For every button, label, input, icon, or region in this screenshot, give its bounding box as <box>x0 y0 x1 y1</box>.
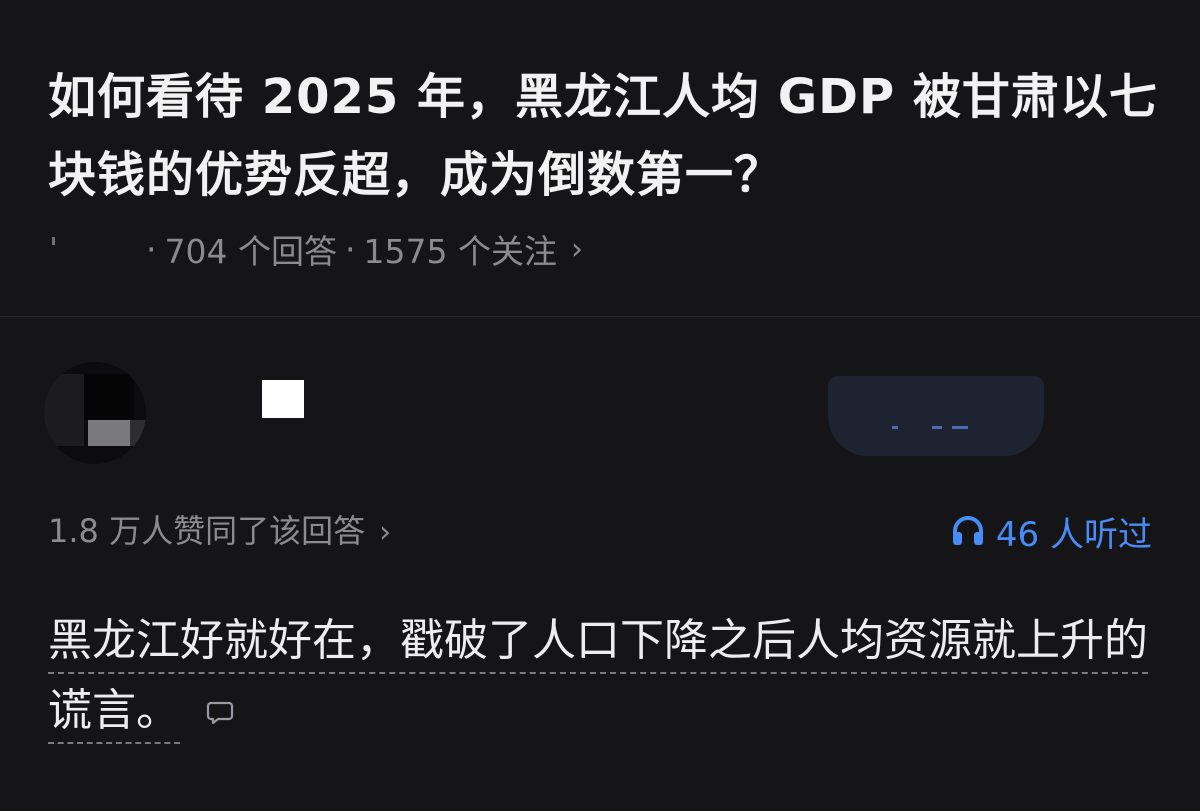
meta-separator: · <box>344 229 356 269</box>
vote-summary[interactable]: 1.8 万人赞同了该回答 › <box>48 508 391 556</box>
redacted-mark <box>892 426 898 429</box>
answer-count: 704 个回答 <box>164 232 337 271</box>
avatar-pixel-block <box>130 420 146 446</box>
vote-count-text: 1.8 万人赞同了该回答 <box>48 512 366 550</box>
question-title[interactable]: 如何看待 2025 年，黑龙江人均 GDP 被甘肃以七块钱的优势反超，成为倒数第… <box>48 58 1158 214</box>
redacted-author-name[interactable] <box>262 380 304 418</box>
redacted-topic <box>48 231 134 267</box>
author-avatar[interactable] <box>44 362 146 464</box>
section-divider <box>0 316 1200 317</box>
headphone-icon <box>952 516 983 545</box>
avatar-pixel-block <box>44 374 84 446</box>
chevron-right-icon: › <box>379 515 392 550</box>
chevron-right-icon: › <box>570 231 583 267</box>
question-header: 如何看待 2025 年，黑龙江人均 GDP 被甘肃以七块钱的优势反超，成为倒数第… <box>0 0 1200 316</box>
avatar-pixel-block <box>84 374 134 420</box>
answer-body[interactable]: 黑龙江好就好在，戳破了人口下降之后人均资源就上升的谎言。 <box>48 606 1158 746</box>
meta-separator: · <box>146 229 157 269</box>
avatar-pixel-block <box>88 420 130 446</box>
listen-button[interactable]: 46 人听过 <box>950 508 1152 555</box>
redacted-mark <box>932 426 942 429</box>
redacted-mark <box>952 426 968 429</box>
follow-button-redacted[interactable] <box>828 376 1044 456</box>
comment-bubble-icon[interactable] <box>206 699 234 727</box>
follower-count: 1575 个关注 <box>363 232 557 271</box>
listen-count: 46 人听过 <box>995 514 1152 555</box>
question-meta[interactable]: · 704 个回答 · 1575 个关注 › <box>48 224 583 274</box>
